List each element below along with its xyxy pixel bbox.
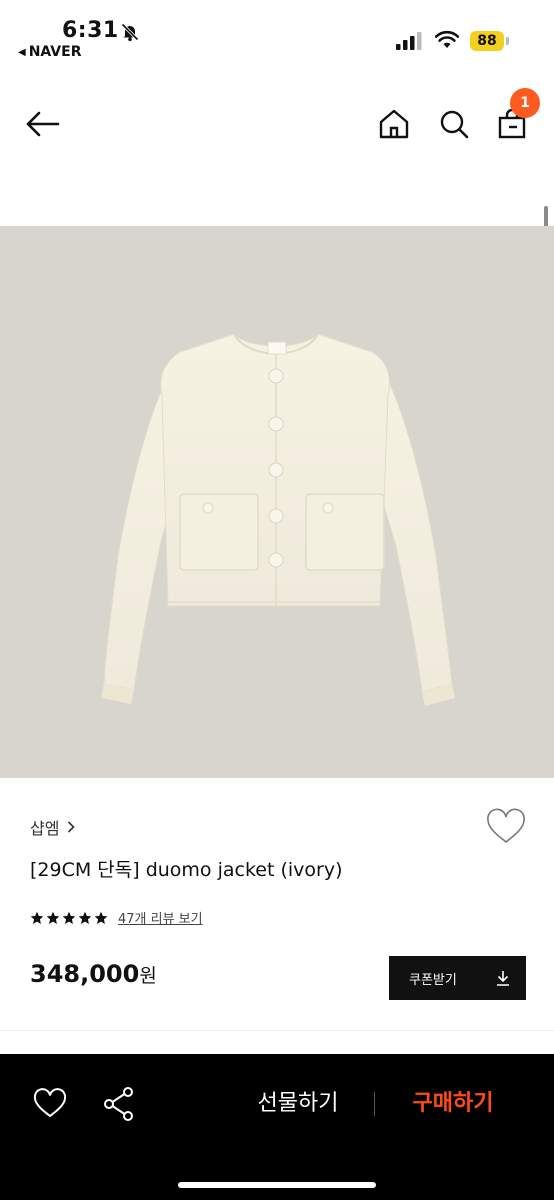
battery-cap xyxy=(506,37,509,45)
star-icon xyxy=(62,911,76,924)
brand-name: 샵엠 xyxy=(30,819,60,838)
status-bar: 6:31 ◀ NAVER 88 xyxy=(0,0,554,70)
wishlist-heart-icon[interactable] xyxy=(486,808,526,846)
back-triangle-icon: ◀ xyxy=(18,46,26,58)
arrow-left-icon xyxy=(26,111,60,137)
home-icon xyxy=(379,109,409,139)
star-icon xyxy=(94,911,108,924)
jacket-image xyxy=(101,333,455,706)
price-unit: 원 xyxy=(139,965,157,987)
coupon-label: 쿠폰받기 xyxy=(409,972,457,988)
gift-button[interactable]: 선물하기 xyxy=(238,1084,358,1124)
cellular-signal-icon xyxy=(396,32,422,50)
search-button[interactable] xyxy=(432,102,476,146)
share-icon[interactable] xyxy=(102,1086,136,1122)
like-heart-icon[interactable] xyxy=(33,1088,67,1120)
star-icon xyxy=(78,911,92,924)
back-button[interactable] xyxy=(20,102,64,146)
chevron-right-icon xyxy=(68,821,76,833)
price-value: 348,000 xyxy=(30,960,140,988)
rating-row: 47개 리뷰 보기 xyxy=(30,908,203,927)
product-image[interactable] xyxy=(0,226,554,778)
price: 348,000원 xyxy=(30,960,157,988)
status-time: 6:31 xyxy=(62,18,119,43)
wifi-icon xyxy=(435,30,459,48)
search-icon xyxy=(440,110,469,139)
app-header: 1 xyxy=(0,82,554,168)
star-icon xyxy=(46,911,60,924)
download-icon xyxy=(497,971,509,986)
review-link[interactable]: 47개 리뷰 보기 xyxy=(118,908,203,927)
battery-indicator: 88 xyxy=(470,30,510,52)
battery-level: 88 xyxy=(470,31,504,51)
coupon-button[interactable]: 쿠폰받기 xyxy=(389,956,526,1000)
brand-link[interactable]: 샵엠 xyxy=(30,815,76,839)
back-to-app-link[interactable]: ◀ NAVER xyxy=(18,44,81,60)
cart-count-badge: 1 xyxy=(510,88,540,118)
buy-button[interactable]: 구매하기 xyxy=(394,1084,512,1124)
divider xyxy=(0,1030,554,1031)
star-icon xyxy=(30,911,44,924)
star-rating xyxy=(30,911,108,925)
product-title: [29CM 단독] duomo jacket (ivory) xyxy=(30,859,343,881)
bell-off-icon xyxy=(121,23,139,42)
cart-button[interactable]: 1 xyxy=(490,88,540,146)
bottom-bar-separator xyxy=(374,1092,375,1116)
bottom-action-bar: 선물하기 구매하기 xyxy=(0,1054,554,1200)
back-to-app-label: NAVER xyxy=(28,44,82,60)
home-button[interactable] xyxy=(372,102,416,146)
home-indicator[interactable] xyxy=(178,1182,376,1188)
